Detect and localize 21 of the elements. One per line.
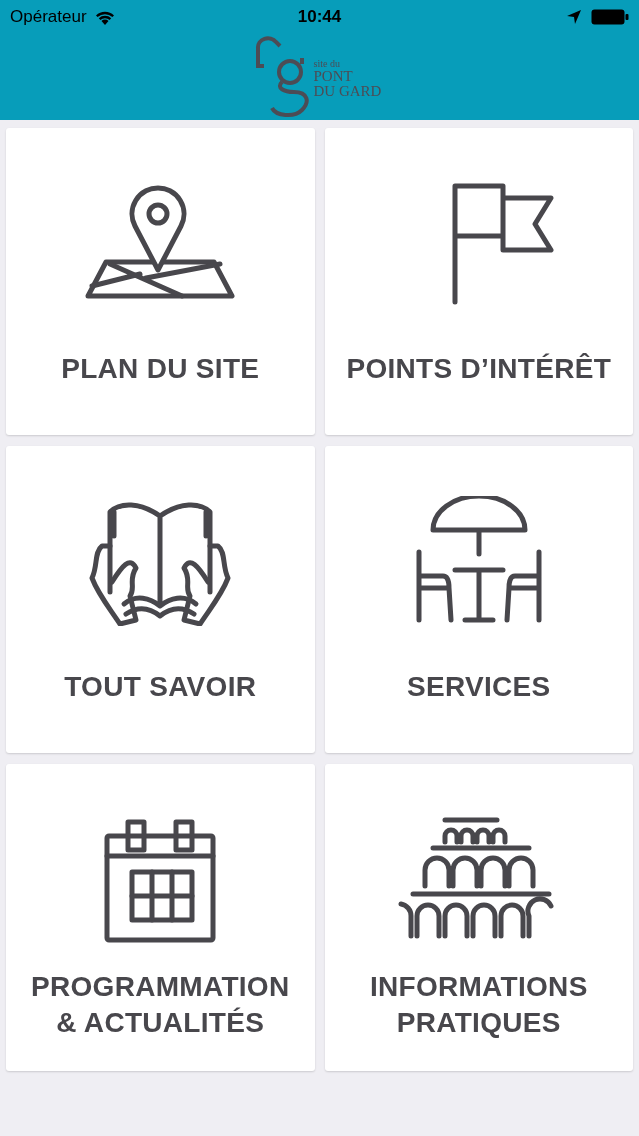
tile-label: POINTS D’INTÉRÊT xyxy=(346,351,612,386)
menu-tile[interactable]: PROGRAMMATION & ACTUALITÉS xyxy=(6,764,315,1071)
tile-label: PROGRAMMATION & ACTUALITÉS xyxy=(30,969,291,1040)
menu-tile[interactable]: PLAN DU SITE xyxy=(6,128,315,435)
menu-tile[interactable]: SERVICES xyxy=(324,446,633,753)
logo-tagline: site du xyxy=(313,59,341,69)
tile-label: PLAN DU SITE xyxy=(61,351,260,386)
battery-icon xyxy=(591,9,629,25)
menu-tile[interactable]: POINTS D’INTÉRÊT xyxy=(324,128,633,435)
menu-tile[interactable]: TOUT SAVOIR xyxy=(6,446,315,753)
tile-label: SERVICES xyxy=(407,669,551,704)
carrier-name: Opérateur xyxy=(10,6,87,29)
logo-text: PONT xyxy=(313,69,354,84)
logo-text: DU GARD xyxy=(313,84,382,99)
logo-monogram-icon xyxy=(253,36,310,118)
menu-tile[interactable]: INFORMATIONS PRATIQUES xyxy=(324,764,633,1071)
wifi-icon xyxy=(94,9,115,25)
location-arrow-icon xyxy=(567,10,581,24)
tile-label: INFORMATIONS PRATIQUES xyxy=(368,969,589,1040)
clock-time: 10:44 xyxy=(297,6,342,29)
tile-label: TOUT SAVOIR xyxy=(64,669,257,704)
